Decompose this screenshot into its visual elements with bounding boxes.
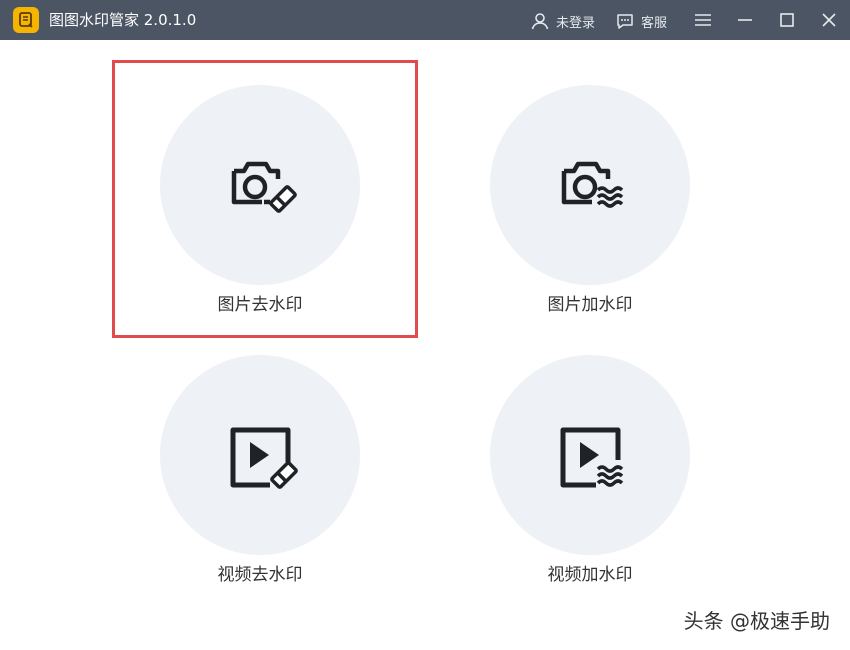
chat-bubble-icon (617, 14, 633, 29)
login-button[interactable]: 未登录 (530, 10, 595, 32)
tool-icon-circle (160, 355, 360, 555)
corner-watermark-text: 头条 @极速手助 (683, 609, 830, 633)
maximize-icon (780, 13, 794, 27)
tool-label: 图片去水印 (217, 295, 303, 315)
service-label: 客服 (641, 15, 668, 31)
hamburger-menu-icon (695, 14, 711, 26)
camera-wave-icon (561, 161, 624, 208)
maximize-button[interactable] (775, 8, 799, 32)
video-add-watermark-card[interactable]: 视频加水印 (490, 355, 690, 625)
video-wave-icon (560, 427, 624, 488)
tool-label: 视频去水印 (217, 565, 303, 585)
video-remove-watermark-card[interactable]: 视频去水印 (160, 355, 360, 625)
login-label: 未登录 (556, 15, 596, 31)
close-button[interactable] (817, 8, 841, 32)
app-logo-icon (13, 7, 39, 33)
image-remove-watermark-card[interactable]: 图片去水印 (160, 85, 360, 355)
minimize-button[interactable] (733, 8, 757, 32)
tool-icon-circle (490, 355, 690, 555)
minimize-icon (738, 19, 752, 21)
tool-label: 图片加水印 (547, 295, 633, 315)
tool-icon-circle (490, 85, 690, 285)
camera-eraser-icon (231, 161, 297, 213)
customer-service-button[interactable]: 客服 (615, 10, 667, 32)
menu-button[interactable] (691, 8, 715, 32)
app-title: 图图水印管家 2.0.1.0 (49, 11, 197, 29)
close-icon (822, 13, 836, 27)
tool-icon-circle (160, 85, 360, 285)
user-icon (531, 13, 549, 30)
title-bar: 图图水印管家 2.0.1.0 未登录 客服 (0, 0, 850, 40)
tool-label: 视频加水印 (547, 565, 633, 585)
image-add-watermark-card[interactable]: 图片加水印 (490, 85, 690, 355)
video-eraser-icon (230, 427, 298, 489)
